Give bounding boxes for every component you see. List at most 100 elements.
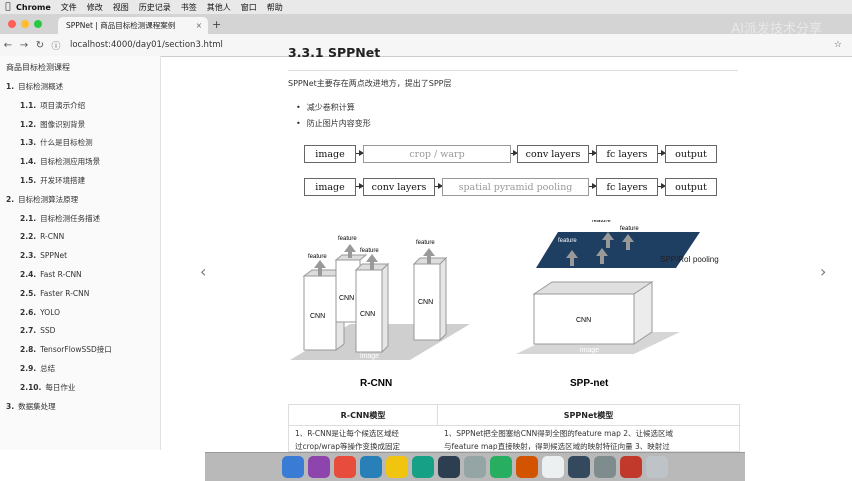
app-icon[interactable]: [516, 456, 538, 478]
sidebar-item[interactable]: 2.3. SPPNet: [0, 247, 160, 266]
rcnn-column: CNN: [412, 256, 448, 342]
bullet-item: 防止图片内容变形: [296, 118, 371, 129]
flow-box-conv: conv layers: [517, 145, 589, 163]
sidebar-item[interactable]: 1.5. 开发环境搭建: [0, 172, 160, 191]
address-bar: ← → ↻ ⓘ localhost:4000/day01/section3.ht…: [0, 34, 852, 57]
url-field[interactable]: localhost:4000/day01/section3.html: [70, 40, 223, 50]
table-cell: 1、SPPNet把全图塞给CNN得到全图的feature map 2、让候选区域…: [438, 427, 739, 453]
sidebar-item-label: 什么是目标检测: [40, 138, 93, 148]
window-controls: [8, 20, 42, 28]
menu-people[interactable]: 其他人: [207, 2, 231, 13]
flow-arrow: [658, 150, 666, 156]
sidebar-item-label: SPPNet: [40, 251, 68, 261]
forward-icon[interactable]: →: [16, 40, 32, 51]
menu-app[interactable]: Chrome: [16, 3, 51, 12]
sidebar-item[interactable]: 2.1. 目标检测任务描述: [0, 210, 160, 229]
menubar:  Chrome 文件 修改 视图 历史记录 书签 其他人 窗口 帮助: [0, 0, 852, 14]
flow-arrow: [658, 183, 666, 189]
reload-icon[interactable]: ↻: [32, 40, 48, 51]
flow-box-image: image: [304, 178, 356, 196]
flow-sppnet: image conv layers spatial pyramid poolin…: [300, 178, 720, 200]
cnn-label: CNN: [576, 317, 591, 324]
sidebar-item[interactable]: 2.10. 每日作业: [0, 379, 160, 398]
zoom-window-icon[interactable]: [34, 20, 42, 28]
rcnn-column: CNN: [354, 262, 390, 354]
feature-label: feature: [592, 220, 611, 224]
menu-history[interactable]: 历史记录: [139, 2, 171, 13]
menu-window[interactable]: 窗口: [241, 2, 257, 13]
pycharm-icon[interactable]: [438, 456, 460, 478]
table-cell-line: 1、R-CNN是让每个候选区域经: [295, 429, 399, 438]
feature-label: feature: [360, 248, 379, 254]
sidebar-item[interactable]: 3. 数据集处理: [0, 398, 160, 417]
bookmark-star-icon[interactable]: ☆: [834, 40, 842, 50]
sidebar-item[interactable]: 2. 目标检测算法原理: [0, 191, 160, 210]
minimize-window-icon[interactable]: [21, 20, 29, 28]
flow-arrow: [356, 150, 364, 156]
sidebar-item[interactable]: 2.9. 总结: [0, 360, 160, 379]
flow-box-fc: fc layers: [596, 178, 658, 196]
app-icon[interactable]: [620, 456, 642, 478]
comparison-table: R-CNN模型 SPPNet模型 1、R-CNN是让每个候选区域经 过crop/…: [288, 404, 740, 452]
textedit-icon[interactable]: [542, 456, 564, 478]
app-icon[interactable]: [412, 456, 434, 478]
new-tab-icon[interactable]: +: [212, 18, 221, 31]
sidebar-item[interactable]: 1.3. 什么是目标检测: [0, 134, 160, 153]
menu-help[interactable]: 帮助: [267, 2, 283, 13]
flow-box-spp: spatial pyramid pooling: [442, 178, 589, 196]
sidebar-item-number: 1.1.: [20, 100, 37, 110]
app-icon[interactable]: [360, 456, 382, 478]
feature-label: feature: [338, 236, 357, 242]
sidebar-item[interactable]: 2.5. Faster R-CNN: [0, 285, 160, 304]
chrome-icon[interactable]: [386, 456, 408, 478]
sidebar-item-number: 3.: [6, 401, 15, 411]
table-cell-line: 1、SPPNet把全图塞给CNN得到全图的feature map 2、让候选区域: [444, 429, 673, 438]
prev-page-icon[interactable]: ‹: [200, 262, 206, 281]
trash-icon[interactable]: [646, 456, 668, 478]
flow-box-crop: crop / warp: [363, 145, 511, 163]
app-icon[interactable]: [464, 456, 486, 478]
app-icon[interactable]: [334, 456, 356, 478]
tab-active[interactable]: SPPNet | 商品目标检测课程案例 ×: [58, 17, 208, 34]
apple-icon[interactable]: : [0, 2, 16, 12]
flow-box-output: output: [665, 178, 717, 196]
sidebar-title[interactable]: 商品目标检测课程: [0, 56, 160, 78]
flow-box-image: image: [304, 145, 356, 163]
rcnn-caption: R-CNN: [360, 378, 392, 389]
sidebar-item[interactable]: 2.4. Fast R-CNN: [0, 266, 160, 285]
sidebar-item[interactable]: 1.1. 项目演示介绍: [0, 97, 160, 116]
sppnet-caption: SPP-net: [570, 378, 609, 389]
sidebar-item-label: 项目演示介绍: [40, 100, 86, 110]
menu-view[interactable]: 视图: [113, 2, 129, 13]
sidebar-item[interactable]: 2.8. TensorFlowSSD接口: [0, 341, 160, 360]
sidebar-item-number: 1.4.: [20, 157, 37, 167]
app-icon[interactable]: [594, 456, 616, 478]
tab-close-icon[interactable]: ×: [196, 21, 202, 30]
flow-box-fc: fc layers: [596, 145, 658, 163]
close-window-icon[interactable]: [8, 20, 16, 28]
finder-icon[interactable]: [282, 456, 304, 478]
sidebar-item[interactable]: 2.7. SSD: [0, 322, 160, 341]
menu-bookmarks[interactable]: 书签: [181, 2, 197, 13]
sidebar-item[interactable]: 2.6. YOLO: [0, 304, 160, 323]
sidebar-item[interactable]: 1.4. 目标检测应用场景: [0, 153, 160, 172]
rcnn-image-label: image: [360, 353, 379, 360]
sidebar-item-label: 图像识别背景: [40, 119, 86, 129]
launchpad-icon[interactable]: [308, 456, 330, 478]
app-icon[interactable]: [490, 456, 512, 478]
menu-file[interactable]: 文件: [61, 2, 77, 13]
menu-edit[interactable]: 修改: [87, 2, 103, 13]
flow-arrow: [356, 183, 364, 189]
feature-label: feature: [416, 240, 435, 246]
sidebar-item[interactable]: 2.2. R-CNN: [0, 228, 160, 247]
next-page-icon[interactable]: ›: [820, 262, 826, 281]
sidebar-item[interactable]: 1.2. 图像识别背景: [0, 116, 160, 135]
terminal-icon[interactable]: [568, 456, 590, 478]
sidebar-item-label: 目标检测应用场景: [40, 157, 101, 167]
sidebar-item-label: 目标检测任务描述: [40, 213, 101, 223]
sidebar-item[interactable]: 1. 目标检测概述: [0, 78, 160, 97]
sidebar-item-label: TensorFlowSSD接口: [40, 345, 112, 355]
back-icon[interactable]: ←: [0, 40, 16, 51]
flow-box-output: output: [665, 145, 717, 163]
sidebar-item-number: 2.10.: [20, 382, 42, 392]
